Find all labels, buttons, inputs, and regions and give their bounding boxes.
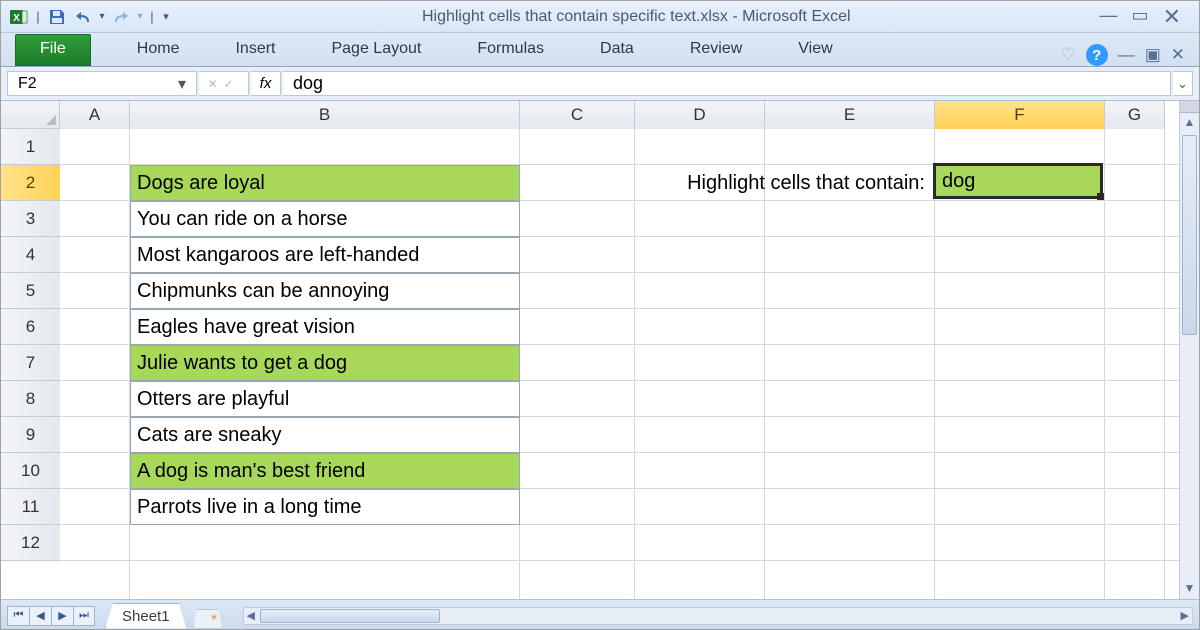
save-icon[interactable] [45, 5, 69, 29]
cell-B10[interactable]: A dog is man's best friend [130, 453, 520, 489]
row-header-12[interactable]: 12 [1, 525, 60, 561]
cell-B4[interactable]: Most kangaroos are left-handed [130, 237, 520, 273]
vsplit-handle[interactable] [1180, 101, 1199, 113]
row-header-3[interactable]: 3 [1, 201, 60, 237]
tab-formulas[interactable]: Formulas [459, 34, 562, 66]
column-header-D[interactable]: D [635, 101, 765, 129]
row-header-5[interactable]: 5 [1, 273, 60, 309]
column-header-F[interactable]: F [935, 101, 1105, 129]
close-button[interactable]: ✕ [1163, 6, 1181, 28]
workbook-restore-icon[interactable]: ▣ [1145, 45, 1161, 65]
column-header-E[interactable]: E [765, 101, 935, 129]
row-header-10[interactable]: 10 [1, 453, 60, 489]
tab-file[interactable]: File [15, 34, 91, 66]
sheet-nav: ⏮ ◀ ▶ ⏭ [7, 606, 95, 626]
sheet-nav-first-icon[interactable]: ⏮ [7, 606, 29, 626]
column-header-B[interactable]: B [130, 101, 520, 129]
row-header-1[interactable]: 1 [1, 129, 60, 165]
workbook-minimize-icon[interactable]: ― [1118, 45, 1135, 65]
fx-label: fx [260, 75, 272, 92]
row-header-7[interactable]: 7 [1, 345, 60, 381]
ribbon-tabs: File Home Insert Page Layout Formulas Data Re… [1, 33, 1199, 67]
row-header-8[interactable]: 8 [1, 381, 60, 417]
formula-enter-icon: ✓ [224, 77, 234, 91]
row-header-9[interactable]: 9 [1, 417, 60, 453]
new-sheet-button[interactable] [193, 609, 223, 629]
sheet-nav-next-icon[interactable]: ▶ [51, 606, 73, 626]
row-header-2[interactable]: 2 [1, 165, 60, 201]
row-header-4[interactable]: 4 [1, 237, 60, 273]
svg-text:X: X [13, 13, 20, 24]
cell-B3[interactable]: You can ride on a horse [130, 201, 520, 237]
formula-expand-icon[interactable]: ⌄ [1173, 71, 1193, 96]
quick-access-toolbar: X | ▾ ▾ | ▾ [7, 5, 173, 29]
workbook-close-icon[interactable]: ✕ [1171, 45, 1185, 65]
minimize-button[interactable]: ― [1100, 6, 1118, 28]
row-header-6[interactable]: 6 [1, 309, 60, 345]
ribbon-minimize-icon[interactable]: ♡ [1060, 45, 1075, 65]
select-all-corner[interactable] [1, 101, 60, 129]
tab-review[interactable]: Review [672, 34, 760, 66]
sheet-nav-prev-icon[interactable]: ◀ [29, 606, 51, 626]
vscroll-up-arrow-icon[interactable]: ▲ [1180, 113, 1199, 131]
cell-B8[interactable]: Otters are playful [130, 381, 520, 417]
formula-cancel-icon: ✕ [207, 77, 217, 91]
excel-window: X | ▾ ▾ | ▾ Highlight cells that contain… [0, 0, 1200, 630]
cell-B9[interactable]: Cats are sneaky [130, 417, 520, 453]
column-header-A[interactable]: A [60, 101, 130, 129]
criteria-label: Highlight cells that contain: [520, 165, 935, 201]
column-header-G[interactable]: G [1105, 101, 1165, 129]
undo-icon[interactable] [71, 5, 95, 29]
hscroll-left-arrow-icon[interactable]: ◀ [247, 609, 255, 622]
window-title: Highlight cells that contain specific te… [173, 8, 1100, 26]
redo-icon[interactable] [109, 5, 133, 29]
tab-home[interactable]: Home [119, 34, 198, 66]
column-header-C[interactable]: C [520, 101, 635, 129]
formula-bar: F2 ▾ ✕ ✓ fx dog ⌄ [1, 67, 1199, 101]
tab-page-layout[interactable]: Page Layout [313, 34, 439, 66]
formula-input[interactable]: dog [283, 71, 1171, 96]
vertical-scrollbar[interactable]: ▲▼ [1179, 101, 1199, 599]
qat-customize-icon[interactable]: ▾ [159, 5, 173, 29]
tab-insert[interactable]: Insert [217, 34, 293, 66]
insert-function-button[interactable]: fx [251, 71, 281, 96]
cell-B2[interactable]: Dogs are loyal [130, 165, 520, 201]
title-bar: X | ▾ ▾ | ▾ Highlight cells that contain… [1, 1, 1199, 33]
name-box-dropdown-icon[interactable]: ▾ [178, 74, 186, 94]
formula-value: dog [293, 73, 323, 94]
redo-dropdown-icon[interactable]: ▾ [135, 5, 145, 29]
qat-separator-2: | [147, 5, 157, 29]
undo-dropdown-icon[interactable]: ▾ [97, 5, 107, 29]
vscroll-down-arrow-icon[interactable]: ▼ [1180, 579, 1199, 597]
horizontal-scrollbar[interactable]: ◀ ▶ [243, 607, 1193, 625]
help-icon[interactable]: ? [1086, 44, 1108, 66]
qat-separator: | [33, 5, 43, 29]
row-header-11[interactable]: 11 [1, 489, 60, 525]
cell-B6[interactable]: Eagles have great vision [130, 309, 520, 345]
sheet-tab-active[interactable]: Sheet1 [105, 603, 187, 629]
cell-B5[interactable]: Chipmunks can be annoying [130, 273, 520, 309]
name-box-value: F2 [18, 75, 37, 93]
excel-app-icon[interactable]: X [7, 5, 31, 29]
window-controls: ― ▭ ✕ [1100, 6, 1193, 28]
sheet-tabs: Sheet1 [105, 603, 223, 629]
hscroll-right-arrow-icon[interactable]: ▶ [1181, 609, 1189, 622]
worksheet-area: ABCDEFG123456789101112Dogs are loyalYou … [1, 101, 1199, 599]
cell-B11[interactable]: Parrots live in a long time [130, 489, 520, 525]
tab-view[interactable]: View [780, 34, 850, 66]
sheet-nav-last-icon[interactable]: ⏭ [73, 606, 95, 626]
cell-B7[interactable]: Julie wants to get a dog [130, 345, 520, 381]
tab-data[interactable]: Data [582, 34, 652, 66]
status-bar: ⏮ ◀ ▶ ⏭ Sheet1 ◀ ▶ [1, 599, 1199, 630]
cell-F2-selected[interactable]: dog [933, 163, 1103, 199]
name-box[interactable]: F2 ▾ [7, 71, 197, 96]
vscroll-thumb[interactable] [1182, 135, 1197, 335]
cell-grid[interactable]: Dogs are loyalYou can ride on a horseMos… [60, 129, 1179, 599]
formula-cancel-ok: ✕ ✓ [199, 71, 249, 96]
fill-handle[interactable] [1097, 193, 1104, 200]
maximize-button[interactable]: ▭ [1132, 6, 1149, 28]
hscroll-thumb[interactable] [260, 609, 440, 623]
